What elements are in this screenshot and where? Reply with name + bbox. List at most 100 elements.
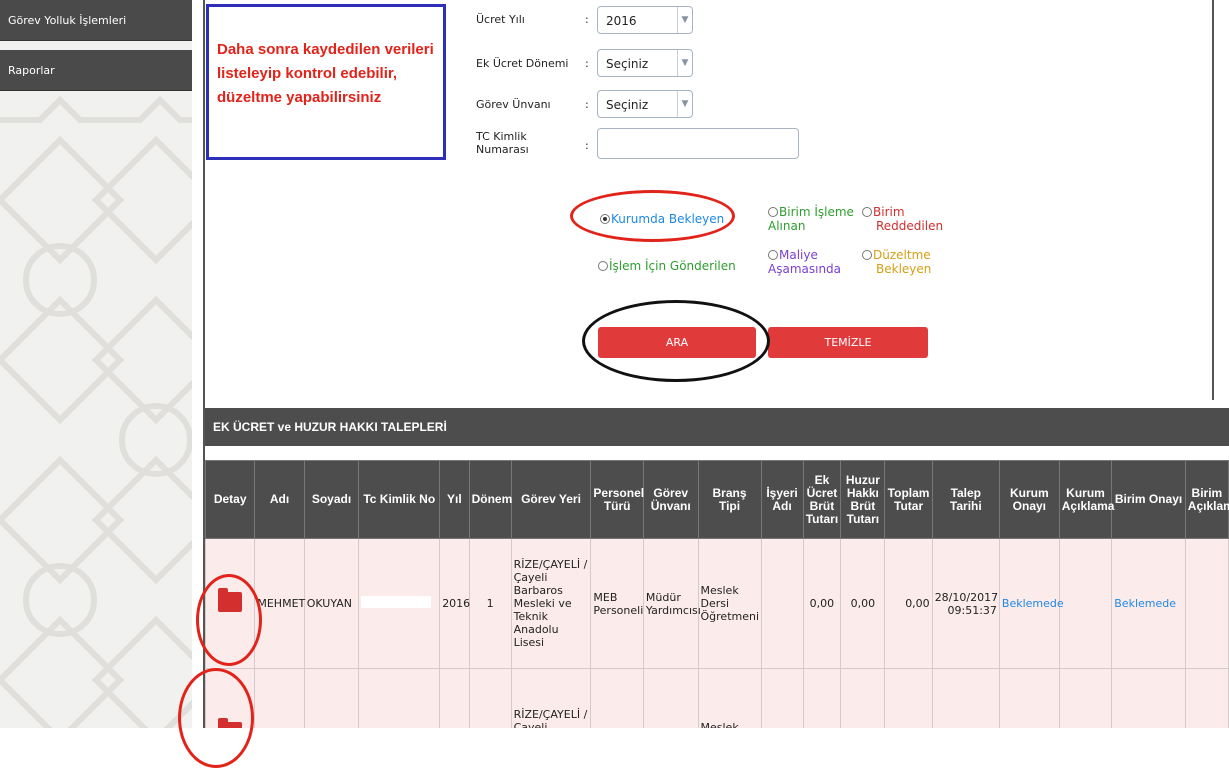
cell-talep-tarihi: 28/10/2017 09:51:37 (931, 538, 1000, 669)
tc-kimlik-label-line1: TC Kimlik (476, 130, 527, 143)
col-header: Kurum Açıklama (1058, 460, 1114, 539)
chevron-down-icon: ▼ (677, 7, 692, 33)
col-header: Tc Kimlik No (358, 460, 441, 539)
radio-label: İşlem İçin Gönderilen (609, 259, 736, 273)
gorev-unvani-value: Seçiniz (606, 98, 649, 112)
col-header: Yıl (439, 460, 470, 539)
col-header: Birim Onayı (1111, 460, 1186, 539)
col-header: Branş Tipi (697, 460, 762, 539)
radio-label-line1: Düzeltme (873, 248, 931, 262)
cell-birim-aciklama (1184, 668, 1229, 728)
colon: : (585, 57, 589, 70)
col-header: Görev Ünvanı (642, 460, 699, 539)
ucret-yili-select[interactable]: 2016 ▼ (597, 6, 693, 34)
radio-label-line1: Birim İşleme (779, 205, 854, 219)
redacted-block (361, 596, 432, 608)
cell-kurum-onayi[interactable]: Beklemede (998, 538, 1064, 669)
cell-isyeri-adi (760, 538, 804, 669)
ucret-yili-label: Ücret Yılı (476, 13, 525, 26)
col-header: Personel Türü (590, 460, 644, 539)
cell-gorev-yeri: RİZE/ÇAYELİ /Çayeli Barbaros Mesleki ve … (510, 538, 592, 669)
radio-label-line2: Reddedilen (876, 219, 944, 233)
requests-table-container: Detay Adı Soyadı Tc Kimlik No Yıl Dönem … (205, 460, 1229, 728)
ek-ucret-donemi-select[interactable]: Seçiniz ▼ (597, 49, 693, 77)
decorative-pattern (0, 95, 192, 728)
tc-kimlik-label-line2: Numarası (476, 143, 529, 156)
radio-icon (862, 207, 872, 217)
cell-toplam: 0,00 (884, 668, 933, 728)
radio-label-line1: Birim (873, 205, 905, 219)
tc-kimlik-label: TC Kimlik Numarası (476, 130, 529, 156)
col-header: İşyeri Adı (760, 460, 804, 539)
section-title: EK ÜCRET ve HUZUR HAKKI TALEPLERİ (205, 408, 1229, 446)
cell-adi: MEHMET (254, 538, 305, 669)
gorev-unvani-select[interactable]: Seçiniz ▼ (597, 90, 693, 118)
col-header: Huzur Hakkı Brüt Tutarı (840, 460, 886, 539)
col-header: Ek Ücret Brüt Tutarı (802, 460, 842, 539)
cell-birim-aciklama (1184, 538, 1229, 669)
cell-brans-tipi: Meslek Dersi (697, 668, 762, 728)
cell-kurum-onayi[interactable]: Beklemede (998, 668, 1064, 728)
sidebar-item-raporlar[interactable]: Raporlar (0, 50, 192, 91)
col-header: Detay (205, 460, 256, 539)
cell-huzur-hakki: 0,00 (840, 538, 886, 669)
cell-donem: 1 (468, 538, 512, 669)
cell-tc (358, 538, 441, 669)
requests-table: Detay Adı Soyadı Tc Kimlik No Yıl Dönem … (205, 460, 1229, 728)
table-row: MEHMET OKUYAN 2016 1 RİZE/ÇAYELİ /Çayeli… (205, 538, 1229, 669)
cell-personel-turu: MEB Personeli (590, 538, 644, 669)
radio-icon (768, 207, 778, 217)
cell-personel-turu: MEB (590, 668, 644, 728)
ek-ucret-donemi-value: Seçiniz (606, 57, 649, 71)
cell-yil: 2016 (439, 538, 470, 669)
radio-icon (768, 250, 778, 260)
cell-donem: 2 (468, 668, 512, 728)
colon: : (585, 98, 589, 111)
radio-label-line2: Bekleyen (876, 262, 932, 276)
radio-icon (862, 250, 872, 260)
cell-yil: 2016 (439, 668, 470, 728)
cell-kurum-aciklama (1058, 668, 1113, 728)
col-header: Kurum Onayı (998, 460, 1060, 539)
temizle-button[interactable]: TEMİZLE (768, 327, 928, 358)
col-header: Dönem (468, 460, 512, 539)
tc-kimlik-input[interactable] (597, 128, 799, 159)
cell-ek-ucret: 0,00 (802, 668, 842, 728)
cell-ek-ucret: 0,00 (802, 538, 842, 669)
annotation-ellipse-black (582, 300, 770, 382)
panel-border (1212, 0, 1214, 400)
radio-label-line2: Alınan (768, 219, 806, 233)
cell-huzur-hakki: 0,00 (840, 668, 886, 728)
cell-kurum-aciklama (1058, 538, 1113, 669)
radio-icon (598, 261, 608, 271)
colon: : (585, 139, 589, 152)
radio-birim-isleme-alinan[interactable]: Birim İşleme Alınan (768, 205, 854, 233)
annotation-note: Daha sonra kaydedilen verileri listeleyi… (217, 41, 434, 106)
cell-tc (358, 668, 441, 728)
cell-adi: MEHMET (254, 668, 305, 728)
annotation-circle-red (196, 574, 262, 666)
gorev-unvani-label: Görev Ünvanı (476, 98, 551, 111)
radio-birim-reddedilen[interactable]: Birim Reddedilen (862, 205, 943, 233)
cell-isyeri-adi (760, 668, 804, 728)
cell-toplam: 0,00 (884, 538, 933, 669)
table-header-row: Detay Adı Soyadı Tc Kimlik No Yıl Dönem … (205, 460, 1229, 539)
cell-birim-onayi[interactable]: Beklemede (1111, 668, 1186, 728)
cell-gorev-unvani: Müdür Yardımcısı (642, 538, 701, 669)
radio-label-line2: Aşamasında (768, 262, 842, 276)
cell-soyadi: OKUYAN (303, 538, 360, 669)
col-header: Soyadı (303, 460, 360, 539)
radio-duzeltme-bekleyen[interactable]: Düzeltme Bekleyen (862, 248, 931, 276)
cell-birim-onayi[interactable]: Beklemede (1111, 538, 1186, 669)
sidebar-item-gorev-yolluk[interactable]: Görev Yolluk İşlemleri (0, 0, 192, 41)
chevron-down-icon: ▼ (677, 91, 692, 117)
annotation-ellipse-red (570, 190, 735, 242)
radio-islem-icin-gonderilen[interactable]: İşlem İçin Gönderilen (598, 259, 736, 273)
cell-brans-tipi: Meslek Dersi Öğretmeni (697, 538, 762, 669)
table-row: MEHMET OKUYAN 2016 2 RİZE/ÇAYELİ /Çayeli… (205, 668, 1229, 728)
ek-ucret-donemi-label: Ek Ücret Dönemi (476, 57, 569, 70)
cell-gorev-unvani: Müdür (642, 668, 699, 728)
annotation-circle-red (178, 668, 254, 768)
radio-maliye-asamasinda[interactable]: Maliye Aşamasında (768, 248, 841, 276)
radio-label-line1: Maliye (779, 248, 818, 262)
